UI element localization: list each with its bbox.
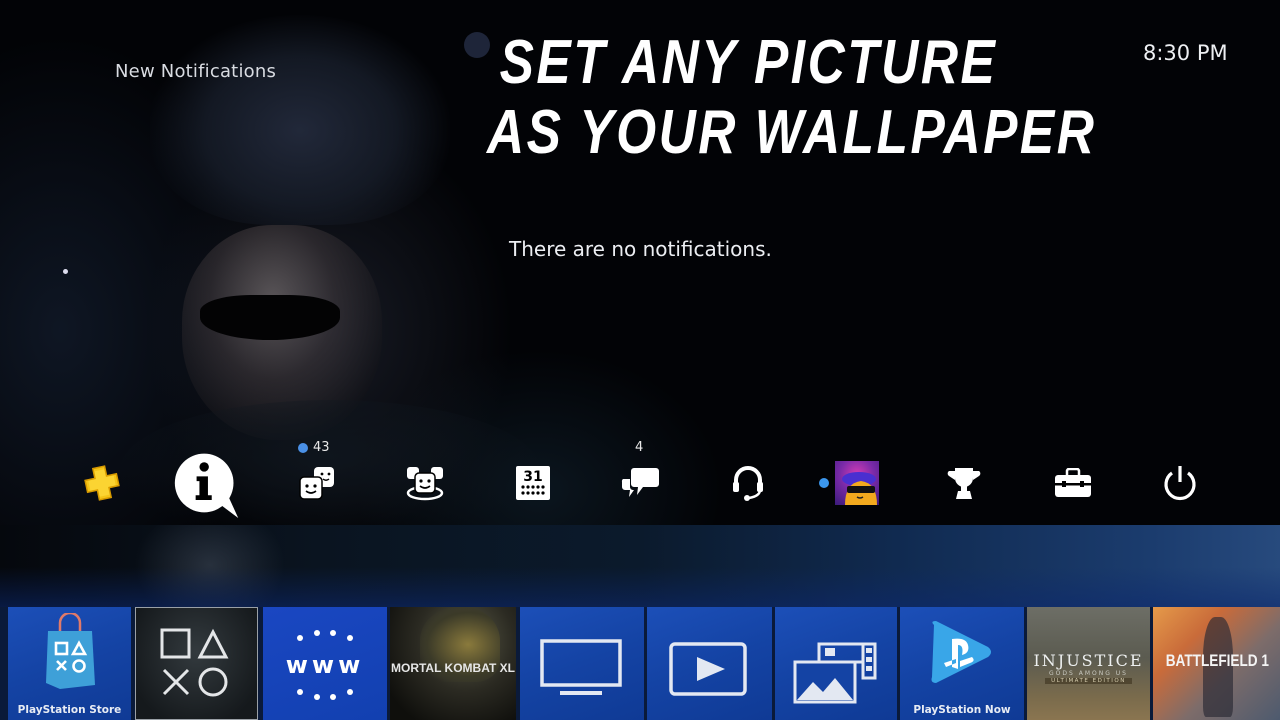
section-title: New Notifications [115, 61, 277, 82]
tile-internet-browser[interactable]: www [263, 607, 387, 720]
avatar [835, 460, 879, 505]
calendar-day: 31 [523, 469, 542, 485]
tile-label: PlayStation Now [913, 704, 1011, 716]
wallpaper-sunglasses [200, 295, 340, 340]
promo-overlay-text: Set any picture as your wallpaper [487, 28, 1097, 168]
badge-dot [298, 442, 308, 453]
tile-battlefield-1[interactable]: BATTLEFIELD 1 [1153, 607, 1280, 720]
tile-mortal-kombat-xl[interactable]: MORTAL KOMBAT XL [390, 607, 516, 720]
info-bubble-icon [174, 453, 239, 518]
gallery-icon [793, 642, 877, 704]
tv-icon [540, 639, 622, 695]
game-title: MORTAL KOMBAT XL [391, 661, 515, 675]
tile-label: PlayStation Store [17, 704, 122, 716]
avatar-character-icon [842, 471, 877, 505]
tile-playstation-now[interactable]: PlayStation Now [900, 607, 1024, 720]
calendar-icon: 31 [516, 465, 550, 500]
function-settings[interactable] [1038, 440, 1108, 525]
power-icon [1164, 465, 1196, 500]
function-notifications[interactable] [172, 440, 242, 525]
no-notifications-message: There are no notifications. [509, 237, 772, 261]
tile-video-player[interactable] [647, 607, 772, 720]
party-icon [406, 466, 444, 500]
tile-library[interactable] [135, 607, 258, 720]
game-edition: ULTIMATE EDITION [1045, 678, 1132, 684]
function-friends[interactable]: 43 [282, 440, 352, 525]
ps-now-icon [931, 621, 991, 683]
ps-plus-icon [84, 464, 120, 501]
home-background-band [0, 525, 1280, 607]
friends-icon [299, 466, 334, 500]
content-area: PlayStation Store www MORTAL KOMBAT XL P… [0, 607, 1280, 720]
function-power[interactable] [1145, 440, 1215, 525]
tile-injustice[interactable]: INJUSTICE GODS AMONG US ULTIMATE EDITION [1027, 607, 1150, 720]
www-text: www [286, 651, 365, 679]
game-title: INJUSTICE [1033, 651, 1144, 670]
promo-line-2: as your wallpaper [487, 98, 1097, 167]
www-icon: www [286, 630, 365, 700]
game-subtitle: GODS AMONG US [1049, 670, 1128, 677]
function-profile[interactable] [819, 440, 892, 525]
promo-line-1: Set any picture [499, 28, 998, 97]
messages-icon [621, 467, 659, 497]
toolbox-icon [1055, 467, 1091, 497]
wallpaper-hair [150, 15, 450, 225]
function-ps-plus[interactable] [67, 440, 137, 525]
ps-shapes-icon [160, 628, 229, 697]
tile-capture-gallery[interactable] [775, 607, 897, 720]
tile-tv-video[interactable] [520, 607, 644, 720]
function-bar: 43 31 4 [0, 440, 1280, 525]
clock: 8:30 PM [1143, 41, 1228, 65]
headset-icon [733, 465, 763, 501]
function-party[interactable] [390, 440, 460, 525]
messages-badge: 4 [635, 440, 643, 455]
function-party-chat[interactable] [713, 440, 783, 525]
store-bag-icon [46, 613, 95, 689]
function-events[interactable]: 31 [498, 440, 568, 525]
messages-count: 4 [635, 440, 644, 455]
friends-badge: 43 [298, 440, 330, 455]
online-status-dot [819, 478, 829, 488]
function-messages[interactable]: 4 [605, 440, 675, 525]
function-trophies[interactable] [929, 440, 999, 525]
game-title: BATTLEFIELD 1 [1165, 651, 1269, 670]
trophy-icon [947, 467, 981, 499]
play-icon [669, 642, 747, 696]
wallpaper-light-dot [63, 269, 68, 274]
friends-count: 43 [313, 440, 330, 455]
tile-playstation-store[interactable]: PlayStation Store [8, 607, 131, 720]
